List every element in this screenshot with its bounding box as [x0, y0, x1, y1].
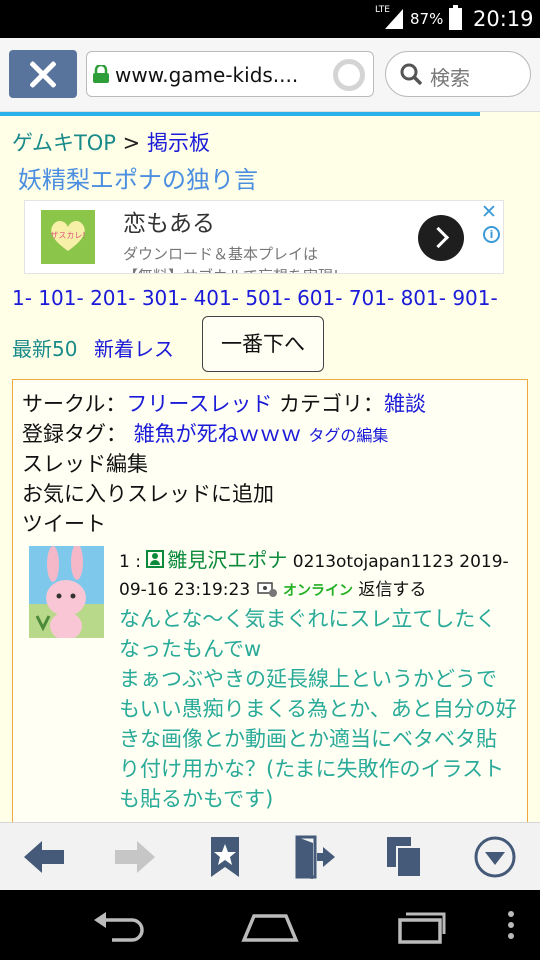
- new-replies-link[interactable]: 新着レス: [94, 333, 174, 362]
- page-link[interactable]: 401-: [194, 286, 239, 310]
- add-favorite-link[interactable]: お気に入りスレッドに追加: [22, 478, 274, 508]
- post-header: 1 : 雛見沢エポナ 0213otojapan1123 2019-09-16 2…: [119, 546, 519, 605]
- page-link[interactable]: 101-: [38, 286, 83, 310]
- page-link[interactable]: 201-: [90, 286, 135, 310]
- menu-down-icon[interactable]: [473, 835, 517, 879]
- breadcrumb-home-link[interactable]: ゲムキTOP: [12, 131, 116, 155]
- circle-category-line: サークル：フリースレッド カテゴリ：雑談: [22, 388, 426, 418]
- jump-to-bottom-button[interactable]: 一番下へ: [202, 316, 324, 372]
- thread-title[interactable]: 妖精梨エポナの独り言: [18, 160, 258, 195]
- breadcrumb: ゲムキTOP > 掲示板: [12, 127, 210, 157]
- search-icon: [400, 63, 422, 85]
- page-link[interactable]: 601-: [297, 286, 342, 310]
- tags-line: 登録タグ： 雑魚が死ねｗｗｗ タグの編集: [22, 418, 388, 448]
- url-field[interactable]: www.game-kids....: [86, 51, 374, 97]
- forward-arrow-icon[interactable]: [113, 835, 157, 879]
- close-tab-button[interactable]: [9, 50, 77, 98]
- exit-door-icon[interactable]: [293, 835, 337, 879]
- page-link[interactable]: 301-: [142, 286, 187, 310]
- poster-id: 0213otojapan1123: [292, 552, 454, 572]
- ad-close-icon[interactable]: ✕: [481, 201, 497, 223]
- search-placeholder: 検索: [430, 66, 470, 90]
- page-link[interactable]: 901-: [452, 286, 497, 310]
- bottom-toolbar: [0, 822, 540, 890]
- thread-panel: サークル：フリースレッド カテゴリ：雑談 登録タグ： 雑魚が死ねｗｗｗ タグの編…: [12, 379, 528, 822]
- page-link[interactable]: 501-: [245, 286, 290, 310]
- bookmark-icon[interactable]: [203, 835, 247, 879]
- breadcrumb-separator: >: [122, 131, 141, 155]
- ad-banner[interactable]: ザスカレ! 恋もある ダウンロード＆基本プレイは 【無料】サブカルで妄想を実現!…: [24, 200, 504, 274]
- tabs-icon[interactable]: [383, 835, 427, 879]
- ad-body-line2: 【無料】サブカルで妄想を実現!: [123, 265, 339, 273]
- battery-percent: 87%: [410, 10, 444, 28]
- overflow-menu-icon[interactable]: [505, 908, 517, 944]
- user-avatar[interactable]: [29, 546, 104, 638]
- ad-info-icon[interactable]: i: [483, 226, 500, 243]
- tweet-link[interactable]: ツイート: [22, 508, 106, 538]
- page-range-links: 1- 101- 201- 301- 401- 501- 601- 701- 80…: [12, 286, 498, 310]
- signal-icon: [385, 9, 403, 29]
- back-arrow-icon[interactable]: [22, 835, 66, 879]
- breadcrumb-board-link[interactable]: 掲示板: [147, 131, 210, 155]
- home-icon[interactable]: [240, 908, 300, 944]
- online-icon: [256, 582, 277, 597]
- page-link[interactable]: 701-: [349, 286, 394, 310]
- post-number[interactable]: 1 :: [119, 552, 141, 572]
- recent-apps-icon[interactable]: [396, 908, 448, 944]
- search-button[interactable]: 検索: [385, 51, 531, 97]
- tag-edit-link[interactable]: タグの編集: [308, 426, 388, 445]
- circle-link[interactable]: フリースレッド: [126, 392, 272, 416]
- battery-icon: [449, 5, 462, 30]
- ad-image[interactable]: ザスカレ!: [41, 210, 95, 264]
- thread-nav: 最新50 新着レス 一番下へ: [12, 316, 532, 374]
- browser-toolbar: www.game-kids.... 検索: [0, 38, 540, 112]
- category-label: カテゴリ：: [272, 392, 385, 416]
- ad-title[interactable]: 恋もある: [123, 204, 215, 238]
- back-icon[interactable]: [92, 908, 148, 944]
- tag-link[interactable]: 雑魚が死ねｗｗｗ: [134, 422, 302, 446]
- category-link[interactable]: 雑談: [384, 392, 426, 416]
- android-nav-bar: [0, 890, 540, 960]
- clock: 20:19: [473, 7, 534, 31]
- url-text: www.game-kids....: [115, 63, 299, 87]
- page-link[interactable]: 1-: [12, 286, 32, 310]
- ad-body-line1: ダウンロード＆基本プレイは: [123, 245, 319, 263]
- post-body: なんとな～く気まぐれにスレ立てしたくなったもんでw まぁつぶやきの延長線上という…: [119, 607, 517, 811]
- reply-link[interactable]: 返信する: [358, 580, 426, 600]
- ad-open-button[interactable]: [418, 215, 464, 261]
- lock-icon: [93, 65, 109, 83]
- online-status: オンライン: [282, 583, 353, 599]
- status-bar: LTE 87% 20:19: [0, 0, 540, 38]
- tags-label: 登録タグ：: [22, 422, 127, 446]
- thread-edit-link[interactable]: スレッド編集: [22, 448, 148, 478]
- poster-name[interactable]: 雛見沢エポナ: [167, 548, 287, 572]
- page-content: ゲムキTOP > 掲示板 妖精梨エポナの独り言 ザスカレ! 恋もある ダウンロー…: [0, 116, 540, 822]
- page-link[interactable]: 801-: [401, 286, 446, 310]
- ad-image-text: ザスカレ!: [50, 231, 86, 240]
- user-icon: [146, 550, 165, 568]
- loading-icon[interactable]: [333, 59, 365, 91]
- circle-label: サークル：: [22, 392, 127, 416]
- ad-body: ダウンロード＆基本プレイは 【無料】サブカルで妄想を実現!: [123, 243, 339, 273]
- latest-50-link[interactable]: 最新50: [12, 333, 77, 362]
